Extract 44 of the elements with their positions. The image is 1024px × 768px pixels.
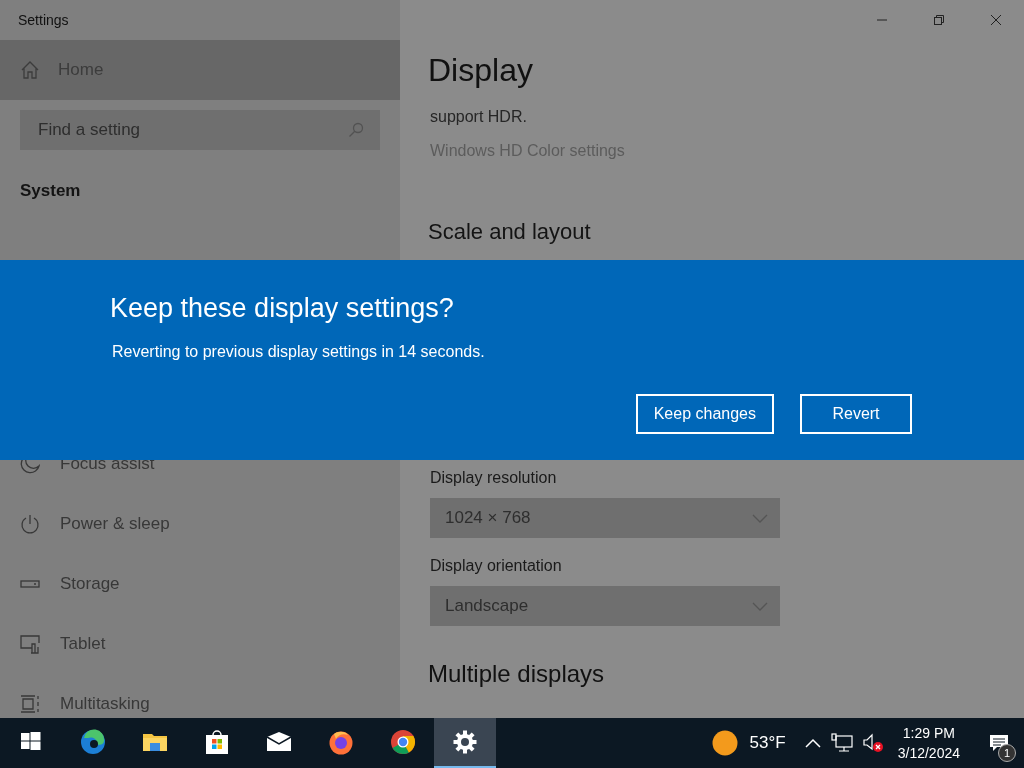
dialog-message: Reverting to previous display settings in 14 seconds. — [112, 343, 485, 360]
sun-icon — [711, 730, 738, 756]
dropdown[interactable]: 1024 × 768 — [430, 498, 780, 538]
keep-changes-button[interactable]: Keep changes — [635, 394, 774, 434]
settings-icon — [452, 729, 478, 755]
clock-time[interactable]: 1:29 PM — [897, 723, 960, 743]
description-text: support HDR. — [430, 108, 527, 125]
dropdown[interactable]: Landscape — [430, 586, 780, 626]
temperature-text: 53°F — [749, 732, 786, 755]
sidebar-item[interactable]: Storage — [0, 569, 400, 598]
network-icon[interactable] — [830, 733, 853, 753]
multitasking-icon — [20, 693, 40, 714]
field-label: Display orientation — [430, 557, 562, 574]
revert-button[interactable]: Revert — [800, 394, 912, 434]
section-heading: Scale and layout — [428, 219, 591, 244]
search-input[interactable]: Find a setting — [36, 116, 348, 144]
page-title: Display — [428, 52, 533, 88]
search-icon — [348, 122, 364, 138]
sidebar-item[interactable]: Multitasking — [0, 689, 400, 718]
section-heading: Multiple displays — [428, 660, 605, 687]
chevron-up-icon[interactable] — [804, 738, 821, 748]
volume-muted-icon[interactable] — [862, 733, 885, 753]
chevron-down-icon — [752, 601, 768, 611]
close-icon — [989, 14, 1002, 26]
notification-count: 1 — [998, 744, 1016, 762]
power-icon — [20, 513, 40, 534]
home-icon — [20, 60, 40, 80]
chevron-down-icon — [752, 513, 768, 523]
sidebar-item[interactable]: Tablet — [0, 629, 400, 658]
fox-globe-icon — [328, 729, 354, 755]
window-title: Settings — [18, 10, 69, 30]
notification-button[interactable]: 1 — [974, 718, 1024, 768]
field-label: Display resolution — [430, 469, 557, 486]
section-heading: System — [20, 181, 81, 200]
search-field[interactable]: Find a setting — [20, 110, 380, 150]
shopping-bag-icon — [204, 729, 230, 755]
taskbar-button[interactable] — [434, 718, 496, 768]
sidebar-item[interactable]: Power & sleep — [0, 509, 400, 538]
chrome-icon — [390, 729, 416, 755]
tablet-icon — [20, 633, 40, 654]
restore-icon — [932, 14, 945, 26]
clock-date[interactable]: 3/12/2024 — [897, 743, 960, 763]
dialog-title: Keep these display settings? — [110, 293, 454, 323]
browser-swirl-icon — [80, 729, 106, 755]
